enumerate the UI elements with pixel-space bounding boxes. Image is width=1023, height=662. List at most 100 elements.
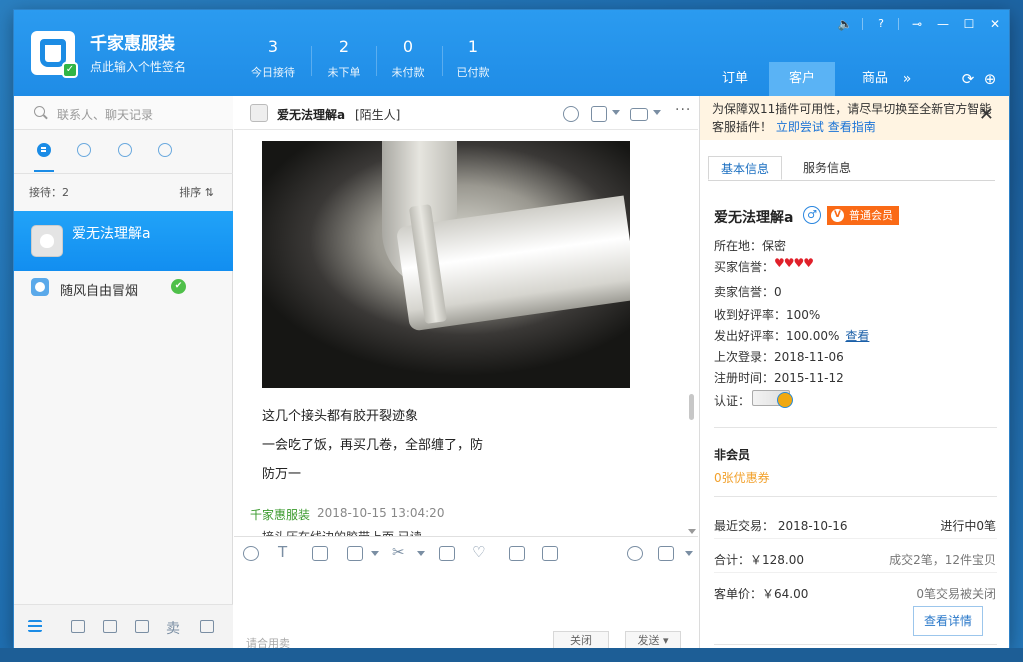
more-tabs-icon[interactable]: »: [892, 62, 922, 96]
trade-total: 合计：￥128.00: [714, 553, 804, 567]
tab-customers[interactable]: 客户: [769, 62, 835, 96]
stat-divider: [311, 46, 312, 76]
seller-credit: 卖家信誉：0: [714, 285, 782, 299]
mail-icon[interactable]: [102, 619, 118, 635]
window-icon[interactable]: [199, 619, 215, 635]
divider: [14, 173, 233, 174]
help-icon[interactable]: ?: [870, 14, 892, 34]
search-icon: [34, 106, 45, 117]
scroll-down-arrow[interactable]: [688, 529, 696, 534]
emoji-icon[interactable]: [243, 546, 259, 561]
certification-label: 认证：: [714, 394, 751, 408]
avatar: [31, 225, 63, 257]
divider: [714, 572, 997, 573]
shop-logo[interactable]: ✓: [31, 31, 78, 78]
last-login: 上次登录：2018-11-06: [714, 350, 844, 364]
menu-icon[interactable]: [27, 619, 43, 635]
video-icon[interactable]: [630, 108, 648, 121]
chat-message: 这几个接头都有胶开裂迹象: [262, 409, 419, 424]
send-button[interactable]: 发送 ▾: [625, 631, 681, 648]
tab-recent-clock-icon[interactable]: [74, 140, 94, 160]
certification-badge-icon: [752, 390, 793, 408]
control-divider: [898, 18, 899, 30]
header-bar: ✓ 千家惠服装 点此输入个性签名 3 今日接待 2 未下单 0 未付款 1 已付款 🔈 …: [14, 10, 1009, 96]
contact-name: 爱无法理解a: [72, 226, 151, 242]
chevron-down-icon[interactable]: [653, 110, 661, 115]
reception-count: 接待：2: [29, 186, 69, 199]
close-chat-button[interactable]: 关闭: [553, 631, 609, 648]
divider: [714, 538, 997, 539]
chevron-down-icon[interactable]: [685, 551, 693, 556]
avatar: [250, 104, 268, 122]
refresh-icon[interactable]: ⟳: [956, 62, 980, 96]
sound-icon[interactable]: 🔈: [834, 14, 856, 34]
chat-header: 爱无法理解a [陌生人] ···: [234, 96, 698, 130]
chat-panel: 爱无法理解a [陌生人] ··· 这几个接头都有胶开裂迹象 一会吃了饭，再买几卷…: [234, 96, 698, 648]
buyer-credit-hearts-icon: ♥♥♥♥: [774, 256, 814, 270]
input-hint[interactable]: 请合用卖: [246, 635, 290, 648]
contact-search[interactable]: 联系人、聊天记录: [14, 96, 233, 130]
stat-unpaid[interactable]: 0 未付款: [378, 38, 438, 80]
folder-icon[interactable]: [347, 546, 363, 561]
member-level-badge: 普通会员: [827, 206, 899, 225]
left-footer: 卖: [14, 604, 233, 648]
buyer-credit-label: 买家信誉：: [714, 260, 775, 274]
maximize-icon[interactable]: ☐: [958, 14, 980, 34]
scissors-icon[interactable]: ✂: [392, 543, 405, 561]
sell-button[interactable]: 卖: [166, 619, 182, 637]
signature-input[interactable]: 点此输入个性签名: [90, 58, 186, 75]
stat-not-ordered[interactable]: 2 未下单: [314, 38, 374, 80]
chat-image-pipe[interactable]: [262, 141, 630, 388]
more-options-icon[interactable]: ···: [675, 102, 691, 118]
view-details-button[interactable]: 查看详情: [913, 606, 983, 636]
tab-contacts-person-icon[interactable]: [115, 140, 135, 160]
coupon-count[interactable]: 0张优惠券: [714, 469, 770, 486]
minimize-icon[interactable]: —: [932, 14, 954, 34]
stat-today-received[interactable]: 3 今日接待: [243, 38, 303, 80]
view-guide-link[interactable]: 查看指南: [828, 120, 876, 134]
tab-basic-info[interactable]: 基本信息: [708, 156, 782, 180]
calculator-icon[interactable]: [509, 546, 525, 561]
coupon-icon[interactable]: [542, 546, 558, 561]
close-icon[interactable]: ✕: [984, 14, 1006, 34]
pin-icon[interactable]: ⊸: [906, 14, 928, 34]
try-now-link[interactable]: 立即尝试: [776, 120, 824, 134]
vibrate-icon[interactable]: [439, 546, 455, 561]
close-notice-icon[interactable]: ✕: [979, 106, 994, 124]
contact-item-active[interactable]: 爱无法理解a: [14, 211, 233, 271]
stat-paid[interactable]: 1 已付款: [443, 38, 503, 80]
heart-icon[interactable]: ♡: [472, 543, 485, 561]
sort-button[interactable]: 排序 ⇅: [179, 184, 214, 200]
verified-check-icon: ✓: [62, 62, 78, 78]
location: 所在地：保密: [714, 239, 787, 253]
screenshot-icon[interactable]: [312, 546, 328, 561]
stat-divider: [376, 46, 377, 76]
message-time: 2018-10-15 13:04:20: [317, 506, 445, 520]
chevron-down-icon[interactable]: [612, 110, 620, 115]
tab-chats-icon[interactable]: [34, 140, 54, 160]
history-icon[interactable]: [658, 546, 674, 561]
contact-item[interactable]: 随风自由冒烟 ✔: [14, 271, 233, 301]
chat-partner-name: 爱无法理解a: [277, 108, 346, 122]
add-contact-icon[interactable]: [563, 106, 579, 122]
tab-service-info[interactable]: 服务信息: [794, 156, 860, 180]
tab-orders[interactable]: 订单: [702, 62, 768, 96]
quick-reply-icon[interactable]: [627, 546, 643, 561]
task-icon[interactable]: [591, 106, 607, 122]
font-icon[interactable]: T: [278, 543, 287, 561]
register-time: 注册时间：2015-11-12: [714, 371, 844, 385]
store-icon[interactable]: [134, 619, 150, 635]
add-circle-icon[interactable]: ⊕: [978, 62, 1002, 96]
search-placeholder: 联系人、聊天记录: [57, 108, 154, 122]
chat-scrollbar[interactable]: [689, 394, 694, 420]
tab-groups-icon[interactable]: [155, 140, 175, 160]
divider: [714, 427, 997, 428]
download-icon[interactable]: [70, 619, 86, 635]
shop-name: 千家惠服装: [90, 34, 175, 54]
active-tab-indicator: [34, 170, 54, 172]
divider: [714, 644, 997, 645]
view-rate-link[interactable]: 查看: [845, 329, 869, 343]
chevron-down-icon[interactable]: [371, 551, 379, 556]
chevron-down-icon[interactable]: [417, 551, 425, 556]
avatar: [31, 278, 49, 296]
